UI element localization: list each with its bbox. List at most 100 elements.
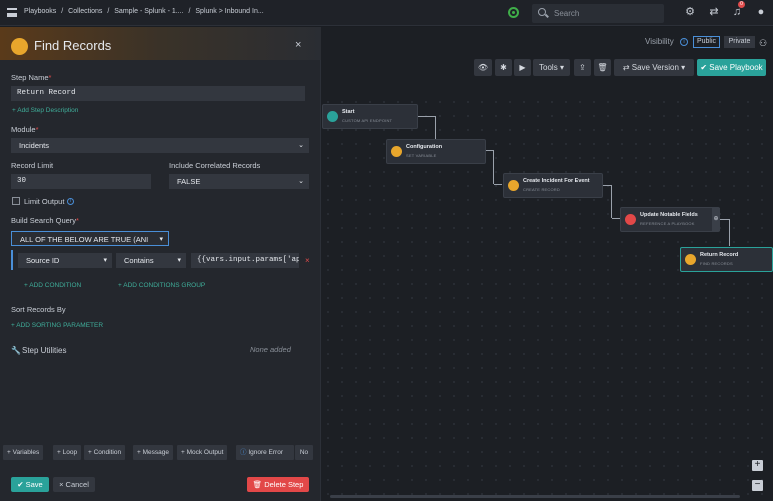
breadcrumb-collections[interactable]: Collections [68,8,102,15]
add-conditions-group-link[interactable]: + ADD CONDITIONS GROUP [118,282,205,289]
record-limit-field[interactable]: 30 [11,174,151,189]
node-title: Start [342,109,355,115]
gear-icon[interactable]: ⚙ [684,6,696,18]
find-records-icon [11,38,28,55]
condition-value-field[interactable]: {{vars.input.params['api [191,253,299,268]
tools-label: Tools [539,63,558,72]
connector [486,150,494,184]
condition-button[interactable]: + Condition [84,445,126,460]
playbook-ref-icon [625,214,636,225]
ignore-error-value[interactable]: No [295,445,313,460]
switch-icon[interactable]: ⇄ [708,6,720,18]
connector [494,184,502,185]
node-start[interactable]: Start CUSTOM API ENDPOINT [322,104,418,129]
search-icon [538,8,546,16]
caret-down-icon: ▾ [177,257,181,264]
loop-button[interactable]: + Loop [53,445,82,460]
eye-icon[interactable]: 👁 [474,59,492,76]
horizontal-scrollbar[interactable] [330,495,740,498]
limit-output-label: Limit Output [24,197,65,206]
condition-operator-select[interactable]: Contains ▾ [116,253,186,268]
close-icon[interactable]: × [295,39,301,51]
step-utilities-label[interactable]: Step Utilities [22,346,66,355]
condition-group-bar [11,250,13,270]
panel-title: Find Records [34,38,112,53]
condition-field-select[interactable]: Source ID ▾ [18,253,112,268]
info-icon[interactable]: i [680,38,688,46]
module-select[interactable]: Incidents ⌄ [11,138,309,153]
breadcrumb-playbook: Splunk > Inbound In... [195,8,264,15]
node-subtitle: CREATE RECORD [523,187,560,192]
trash-icon[interactable]: 🗑 [594,59,611,76]
visibility-private-button[interactable]: Private [724,36,755,48]
node-title: Update Notable Fields [640,212,698,218]
bug-icon[interactable]: ✱ [495,59,512,76]
add-step-description-link[interactable]: + Add Step Description [12,107,78,114]
limit-output-checkbox[interactable] [12,197,20,205]
node-update-notable[interactable]: Update Notable Fields REFERENCE A PLAYBO… [620,207,720,232]
save-version-label: Save Version [631,63,679,72]
ignore-error-toggle[interactable]: ⓘ Ignore Error [236,445,294,460]
tools-menu[interactable]: Tools ▾ [533,59,570,76]
save-button[interactable]: ✔ Save [11,477,49,492]
caret-down-icon: ▾ [159,236,163,243]
breadcrumb-collection[interactable]: Sample - Splunk - 1.... [114,8,183,15]
node-title: Return Record [700,252,739,258]
node-subtitle: SET VARIABLE [406,153,437,158]
visibility-label: Visibility [645,37,674,46]
breadcrumb-separator: / [61,8,64,15]
export-icon[interactable]: ⇪ [574,59,591,76]
node-create-incident[interactable]: Create Incident For Event CREATE RECORD [503,173,603,198]
build-query-label: Build Search Query* [11,216,79,225]
variables-button[interactable]: + Variables [3,445,44,460]
save-label: Save [25,480,43,489]
play-icon[interactable]: ▶ [514,59,531,76]
node-return-record[interactable]: Return Record FIND RECORDS [680,247,773,272]
condition-operator-value: Contains [124,256,154,265]
save-playbook-label: Save Playbook [709,63,763,72]
zoom-in-button[interactable]: + [752,460,763,471]
breadcrumb-separator: / [188,8,191,15]
menu-icon[interactable] [7,8,17,17]
node-subtitle: FIND RECORDS [700,261,733,266]
mock-output-button[interactable]: + Mock Output [177,445,228,460]
search-input[interactable]: Search [532,4,664,23]
user-icon[interactable]: ● [755,6,767,18]
top-bar: Playbooks / Collections / Sample - Splun… [0,0,773,26]
users-icon[interactable]: ⚇ [759,38,767,49]
connector [720,219,730,246]
notification-badge: 0 [738,1,745,8]
connector [417,116,436,140]
node-configuration[interactable]: Configuration SET VARIABLE [386,139,486,164]
search-placeholder: Search [554,9,580,18]
step-name-field[interactable]: Return Record [11,86,305,101]
save-playbook-button[interactable]: ✔ Save Playbook [697,59,766,76]
breadcrumb-playbooks[interactable]: Playbooks [24,8,56,15]
visibility-public-button[interactable]: Public [693,36,720,48]
query-logic-select[interactable]: ALL OF THE BELOW ARE TRUE (ANI ▾ [11,231,169,246]
caret-down-icon: ▾ [103,257,107,264]
add-sorting-parameter-link[interactable]: + ADD SORTING PARAMETER [11,322,103,329]
add-condition-link[interactable]: + ADD CONDITION [24,282,81,289]
cancel-label: Cancel [65,480,89,489]
sort-records-label: Sort Records By [11,305,66,314]
chevron-down-icon: ⌄ [298,178,304,185]
wrench-icon: 🔧 [11,346,21,355]
expand-icon[interactable]: ⊕ [712,208,720,231]
breadcrumb: Playbooks / Collections / Sample - Splun… [24,8,267,15]
info-icon[interactable]: i [67,198,74,205]
status-icon[interactable] [508,7,519,18]
delete-label: Delete Step [264,480,304,489]
condition-field-value: Source ID [26,256,60,265]
include-correlated-value: FALSE [177,177,201,186]
include-correlated-select[interactable]: FALSE ⌄ [169,174,309,189]
save-version-button[interactable]: ⇄ Save Version ▾ [614,59,694,76]
delete-step-button[interactable]: 🗑 Delete Step [247,477,309,492]
record-icon [508,180,519,191]
zoom-out-button[interactable]: − [752,480,763,491]
message-button[interactable]: + Message [133,445,173,460]
record-icon [685,254,696,265]
remove-condition-icon[interactable]: × [305,256,310,265]
cancel-button[interactable]: × Cancel [53,477,95,492]
query-logic-value: ALL OF THE BELOW ARE TRUE (ANI [20,235,149,244]
